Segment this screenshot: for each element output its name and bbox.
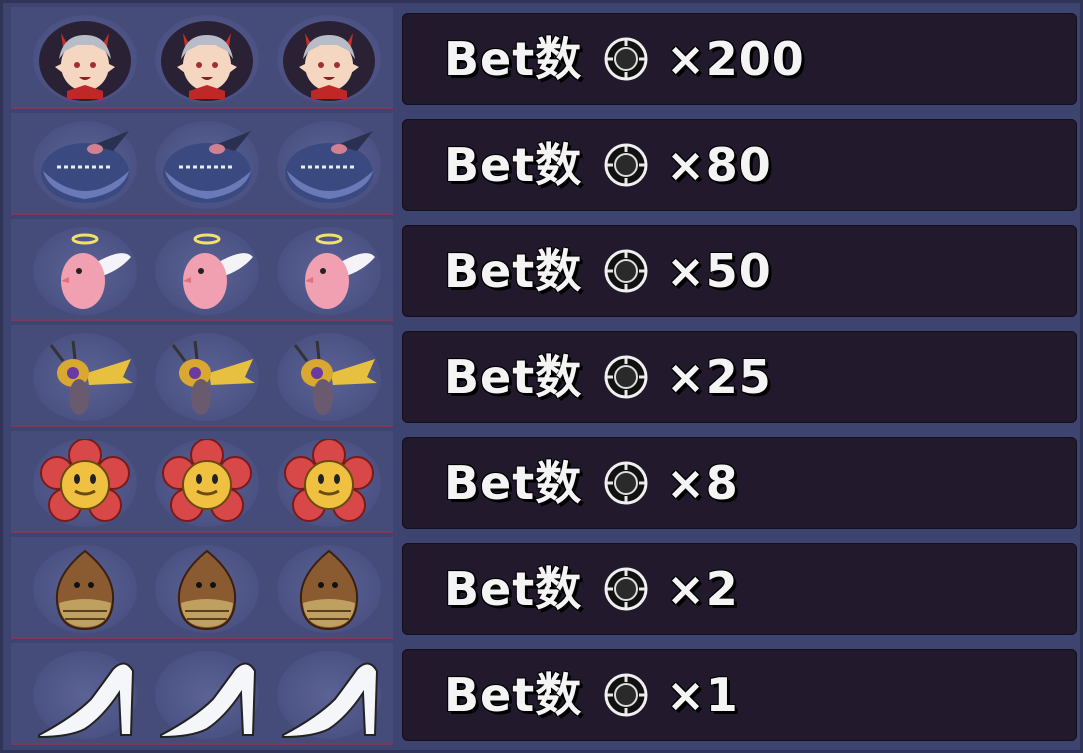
glass-slipper-icon [277, 651, 381, 739]
bee-icon [155, 333, 259, 421]
multiplier-value: ×80 [666, 138, 772, 192]
payout-panel: Bet数 ×80 [402, 119, 1077, 211]
multiplier-value: ×50 [666, 244, 772, 298]
payout-text: Bet数 ×200 [444, 13, 805, 105]
bet-label: Bet数 [444, 668, 583, 722]
payout-row-glass-slipper: Bet数 ×1 [7, 643, 1082, 745]
bet-label: Bet数 [444, 562, 583, 616]
payout-row-whale: Bet数 ×80 [7, 113, 1082, 215]
casino-chip-icon [604, 355, 648, 399]
symbol-group [11, 7, 393, 109]
payout-text: Bet数 ×8 [444, 437, 739, 529]
payout-text: Bet数 ×80 [444, 119, 772, 211]
payout-panel: Bet数 ×25 [402, 331, 1077, 423]
symbol-group [11, 113, 393, 215]
angel-bird-icon [155, 227, 259, 315]
payout-panel: Bet数 ×2 [402, 543, 1077, 635]
payout-row-bee: Bet数 ×25 [7, 325, 1082, 427]
payout-text: Bet数 ×2 [444, 543, 739, 635]
symbol-group [11, 643, 393, 745]
bet-label: Bet数 [444, 32, 583, 86]
multiplier-value: ×2 [666, 562, 739, 616]
multiplier-value: ×1 [666, 668, 739, 722]
whale-icon [33, 121, 137, 209]
symbol-group [11, 431, 393, 533]
multiplier-value: ×8 [666, 456, 739, 510]
bee-icon [277, 333, 381, 421]
angel-bird-icon [277, 227, 381, 315]
symbol-group [11, 325, 393, 427]
bet-label: Bet数 [444, 244, 583, 298]
chestnut-icon [155, 545, 259, 633]
multiplier-value: ×25 [666, 350, 772, 404]
payout-row-flower: Bet数 ×8 [7, 431, 1082, 533]
casino-chip-icon [604, 143, 648, 187]
flower-icon [33, 439, 137, 527]
payout-table: Bet数 ×200 Bet数 ×80 Bet数 ×50 Bet数 ×25 Bet… [0, 0, 1083, 753]
whale-icon [277, 121, 381, 209]
payout-panel: Bet数 ×200 [402, 13, 1077, 105]
payout-row-angel-bird: Bet数 ×50 [7, 219, 1082, 321]
payout-panel: Bet数 ×1 [402, 649, 1077, 741]
symbol-group [11, 219, 393, 321]
payout-text: Bet数 ×50 [444, 225, 772, 317]
casino-chip-icon [604, 673, 648, 717]
payout-panel: Bet数 ×8 [402, 437, 1077, 529]
chestnut-icon [33, 545, 137, 633]
demon-girl-icon [155, 15, 259, 103]
multiplier-value: ×200 [666, 32, 805, 86]
casino-chip-icon [604, 567, 648, 611]
bet-label: Bet数 [444, 138, 583, 192]
whale-icon [155, 121, 259, 209]
payout-row-demon-girl: Bet数 ×200 [7, 7, 1082, 109]
payout-text: Bet数 ×1 [444, 649, 739, 741]
casino-chip-icon [604, 249, 648, 293]
symbol-group [11, 537, 393, 639]
bet-label: Bet数 [444, 350, 583, 404]
casino-chip-icon [604, 37, 648, 81]
payout-panel: Bet数 ×50 [402, 225, 1077, 317]
demon-girl-icon [33, 15, 137, 103]
payout-row-chestnut: Bet数 ×2 [7, 537, 1082, 639]
flower-icon [155, 439, 259, 527]
bee-icon [33, 333, 137, 421]
casino-chip-icon [604, 461, 648, 505]
payout-text: Bet数 ×25 [444, 331, 772, 423]
angel-bird-icon [33, 227, 137, 315]
glass-slipper-icon [155, 651, 259, 739]
bet-label: Bet数 [444, 456, 583, 510]
chestnut-icon [277, 545, 381, 633]
glass-slipper-icon [33, 651, 137, 739]
flower-icon [277, 439, 381, 527]
demon-girl-icon [277, 15, 381, 103]
